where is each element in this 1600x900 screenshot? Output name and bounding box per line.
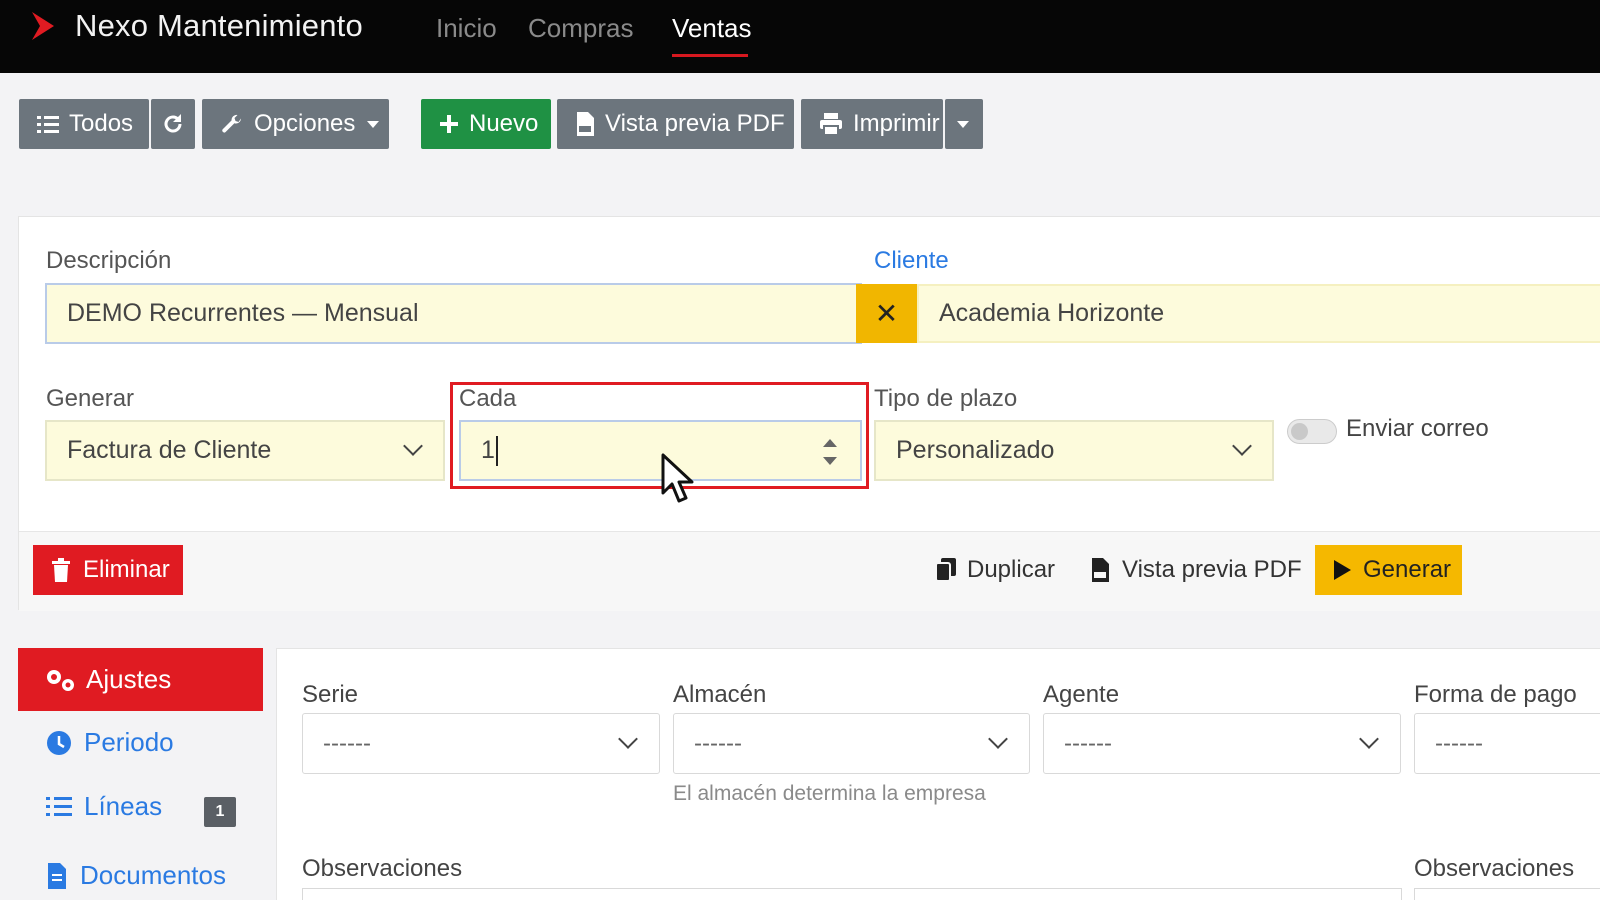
number-spinner-icon[interactable] (821, 436, 839, 468)
all-button[interactable]: Todos (19, 99, 149, 149)
chevron-down-icon (618, 729, 638, 749)
generate-button-label: Generar (1363, 556, 1452, 583)
serie-select[interactable]: ------ (302, 713, 660, 774)
generate-button[interactable]: Generar (1315, 545, 1462, 595)
warehouse-select[interactable]: ------ (673, 713, 1030, 774)
delete-button-label: Eliminar (83, 556, 170, 583)
sidebar-item-settings[interactable]: Ajustes (18, 648, 263, 711)
text-caret (495, 435, 498, 466)
client-label-link[interactable]: Cliente (874, 247, 949, 275)
serie-select-value: ------ (323, 729, 371, 757)
serie-label: Serie (302, 681, 359, 708)
chevron-down-icon (1232, 436, 1252, 456)
payment-method-label: Forma de pago (1414, 681, 1577, 708)
copy-icon (935, 558, 956, 582)
all-button-label: Todos (69, 110, 134, 137)
nav-item-ventas[interactable]: Ventas (672, 13, 752, 44)
sidebar-item-lines[interactable]: Líneas (46, 791, 162, 822)
delete-button[interactable]: Eliminar (33, 545, 183, 595)
description-label: Descripción (46, 247, 172, 274)
gears-icon (47, 669, 74, 691)
generate-select-value: Factura de Cliente (67, 436, 272, 464)
print-button[interactable]: Imprimir (801, 99, 943, 149)
brand-name[interactable]: Nexo Mantenimiento (75, 8, 363, 44)
refresh-button[interactable] (151, 99, 195, 149)
document-icon (48, 862, 66, 889)
lines-count-badge: 1 (204, 797, 236, 827)
sidebar-item-lines-label: Líneas (84, 791, 163, 821)
active-nav-indicator (672, 54, 748, 57)
mouse-pointer-icon (661, 453, 694, 503)
settings-panel (276, 648, 1600, 900)
print-button-label: Imprimir (853, 110, 940, 137)
agent-select-value: ------ (1064, 729, 1112, 757)
pdf-preview-button-label: Vista previa PDF (1122, 556, 1302, 583)
sidebar-item-documents[interactable]: Documentos (46, 860, 226, 891)
observations-secondary-textarea[interactable] (1414, 888, 1600, 900)
printer-icon (820, 113, 842, 135)
options-label: Opciones (254, 110, 356, 137)
options-dropdown-button[interactable]: Opciones (202, 99, 389, 149)
payment-method-select[interactable]: ------ (1414, 713, 1600, 774)
close-icon: ✕ (874, 298, 899, 329)
plus-icon (440, 115, 458, 133)
warehouse-label: Almacén (673, 681, 767, 708)
nav-item-compras[interactable]: Compras (528, 13, 633, 44)
pdf-preview-button[interactable]: Vista previa PDF (1090, 545, 1302, 595)
client-input[interactable]: Academia Horizonte (917, 284, 1600, 343)
wrench-icon (222, 114, 241, 133)
nav-item-inicio[interactable]: Inicio (436, 13, 497, 44)
pdf-preview-toolbar-label: Vista previa PDF (605, 110, 785, 137)
payment-method-select-value: ------ (1435, 729, 1483, 757)
chevron-down-icon (1359, 729, 1379, 749)
send-email-label: Enviar correo (1346, 415, 1489, 442)
refresh-icon (164, 114, 182, 133)
warehouse-select-value: ------ (694, 729, 742, 757)
clock-icon (47, 730, 71, 755)
chevron-down-icon (403, 436, 423, 456)
new-button[interactable]: Nuevo (421, 99, 551, 149)
agent-select[interactable]: ------ (1043, 713, 1401, 774)
agent-label: Agente (1043, 681, 1120, 708)
brand-logo-icon (32, 12, 54, 40)
pdf-file-icon (1092, 558, 1109, 582)
duplicate-button-label: Duplicar (967, 556, 1056, 583)
generate-label: Generar (46, 385, 135, 412)
term-type-select-value: Personalizado (896, 436, 1055, 464)
send-email-toggle[interactable] (1287, 419, 1337, 444)
caret-down-icon (957, 120, 969, 128)
toggle-knob (1291, 423, 1308, 440)
list-icon (37, 116, 59, 133)
play-icon (1334, 560, 1351, 580)
top-navbar: Nexo Mantenimiento Inicio Compras Ventas (0, 0, 1600, 73)
pdf-preview-toolbar-button[interactable]: Vista previa PDF (557, 99, 794, 149)
every-input-value: 1 (481, 436, 495, 464)
list-icon (46, 796, 72, 816)
description-input[interactable]: DEMO Recurrentes — Mensual (45, 283, 862, 344)
new-button-label: Nuevo (469, 110, 539, 137)
caret-down-icon (367, 120, 380, 128)
clear-client-button[interactable]: ✕ (856, 284, 917, 343)
pdf-file-icon (577, 112, 594, 136)
sidebar-item-documents-label: Documentos (80, 860, 226, 890)
term-type-select[interactable]: Personalizado (874, 420, 1274, 481)
trash-icon (52, 558, 70, 582)
every-label: Cada (459, 385, 517, 412)
sidebar-item-period-label: Periodo (84, 727, 174, 757)
print-dropdown-toggle[interactable] (945, 99, 983, 149)
duplicate-button[interactable]: Duplicar (935, 545, 1055, 595)
sidebar-item-settings-label: Ajustes (86, 664, 172, 694)
observations-secondary-label: Observaciones (1414, 855, 1575, 882)
sidebar-item-period[interactable]: Periodo (46, 727, 174, 758)
chevron-down-icon (988, 729, 1008, 749)
term-type-label: Tipo de plazo (874, 385, 1018, 412)
observations-textarea[interactable] (302, 888, 1402, 900)
generate-select[interactable]: Factura de Cliente (45, 420, 445, 481)
warehouse-help-text: El almacén determina la empresa (673, 782, 986, 805)
observations-label: Observaciones (302, 855, 463, 882)
